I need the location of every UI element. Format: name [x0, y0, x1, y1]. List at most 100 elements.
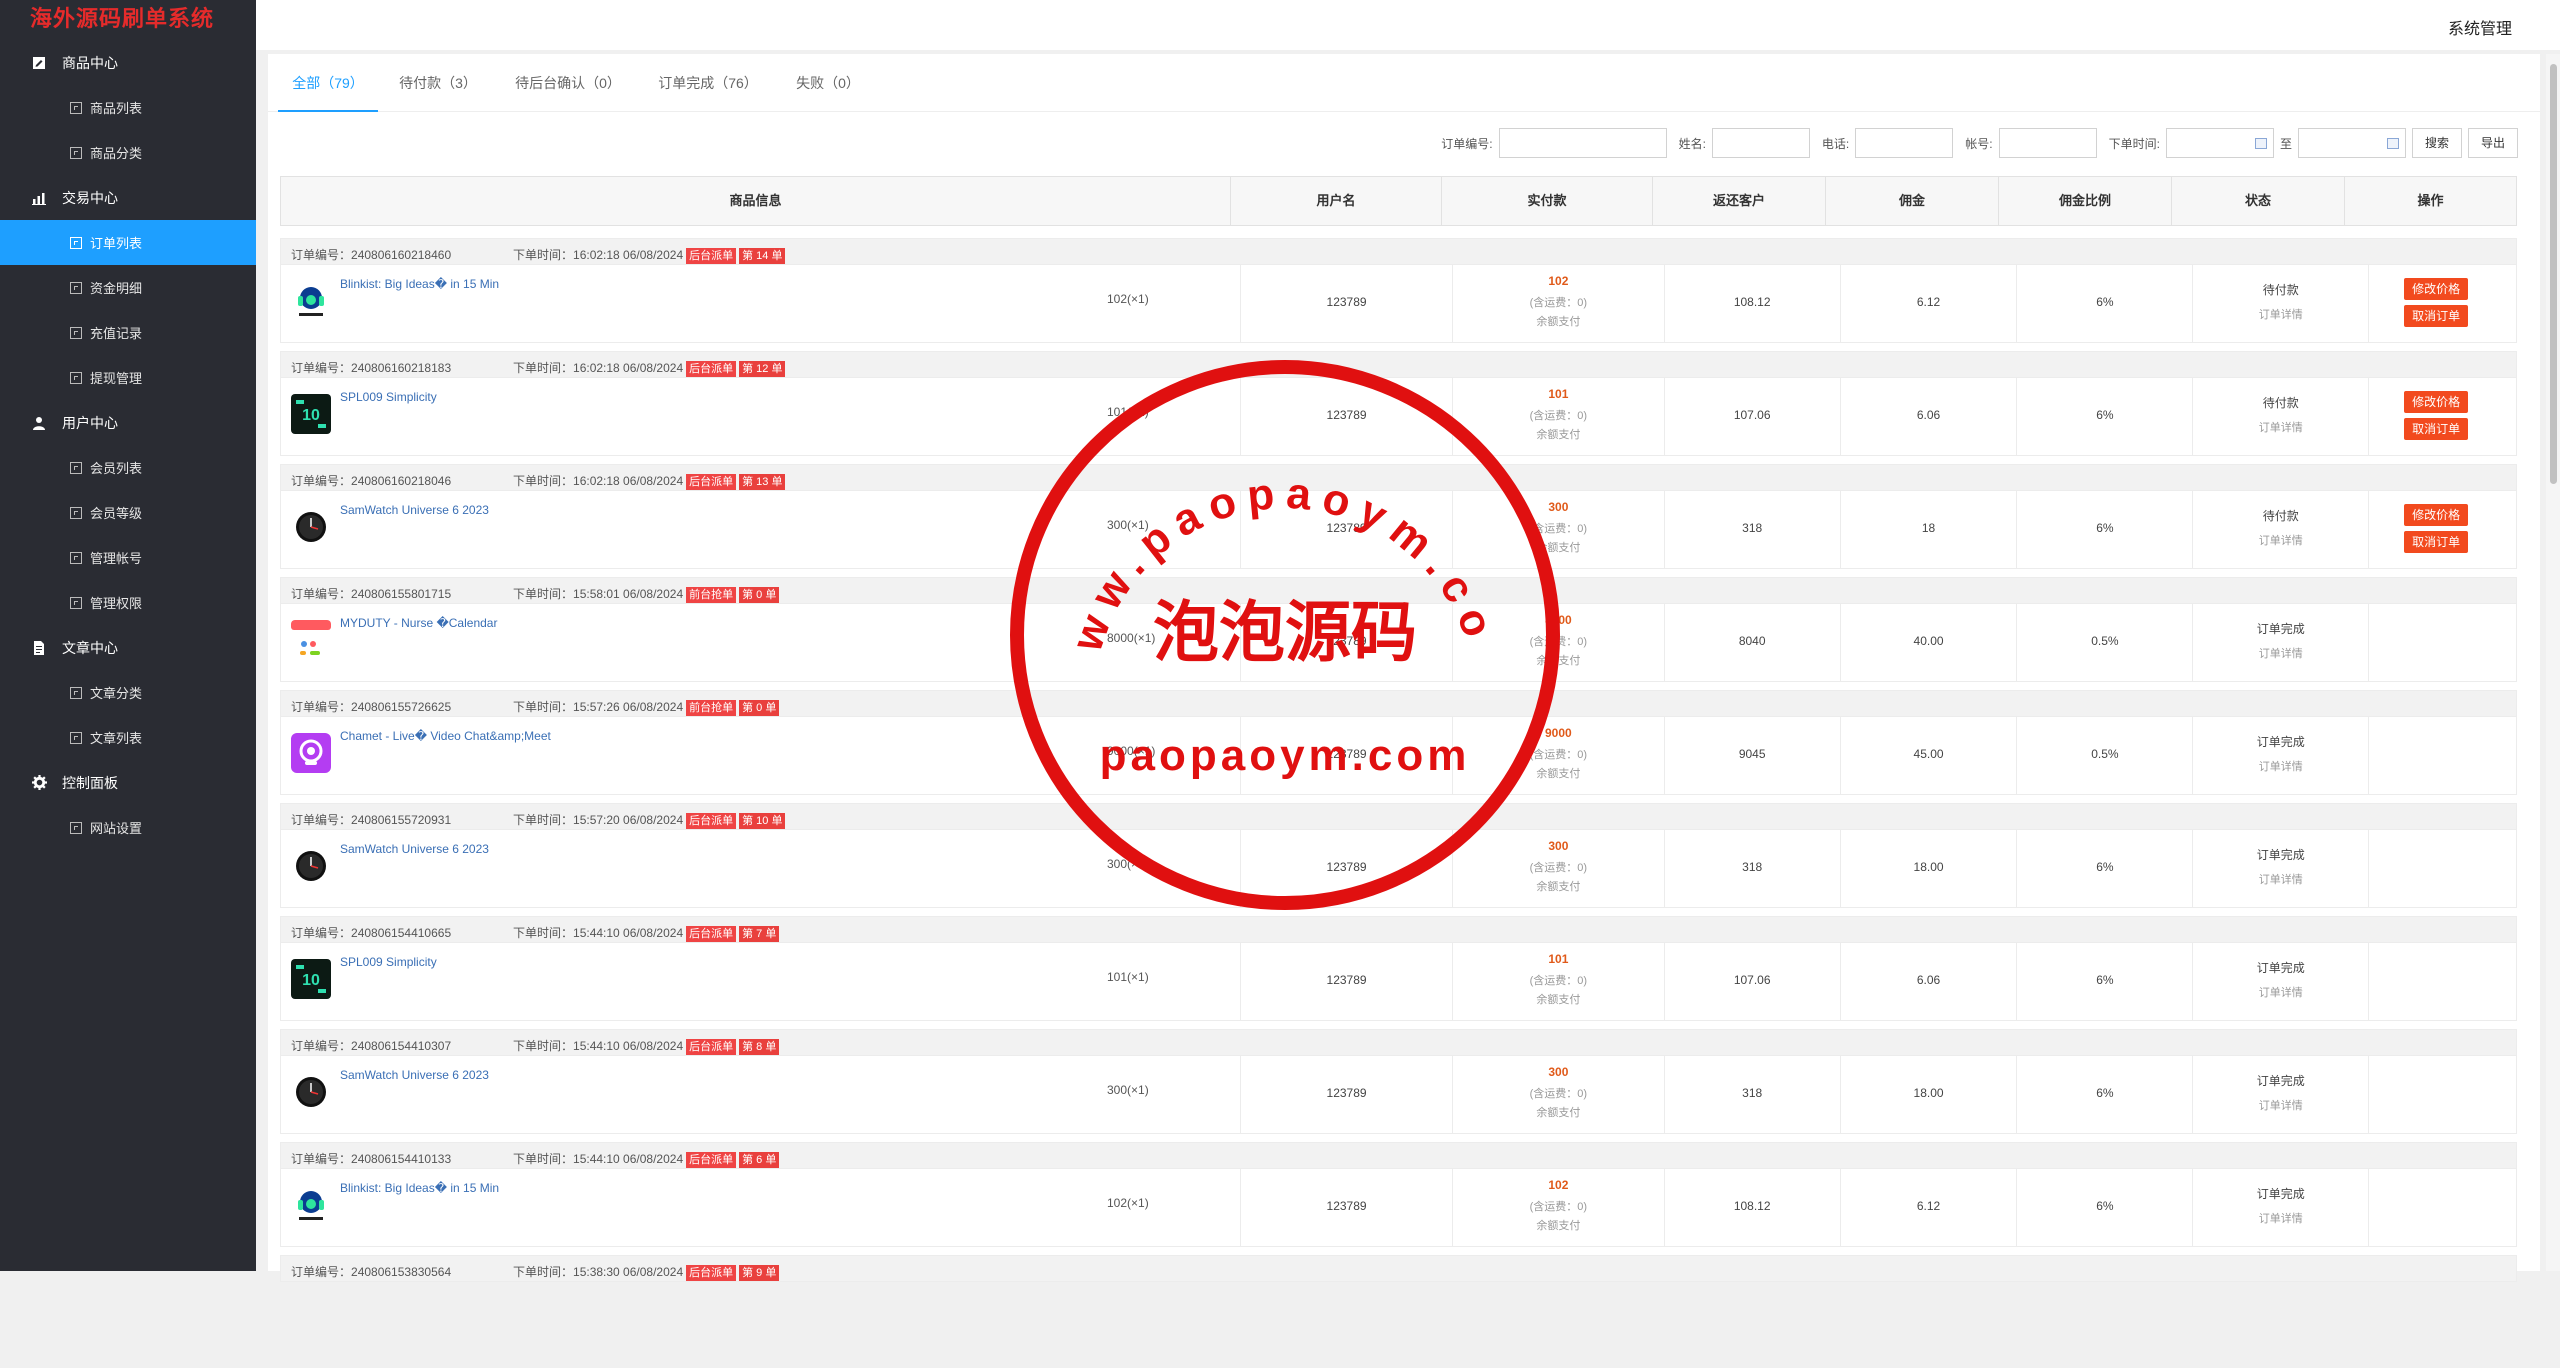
- order-detail-link[interactable]: 订单详情: [2193, 532, 2368, 548]
- sidebar-item-2-3[interactable]: 管理权限: [0, 580, 256, 625]
- sidebar-group-2[interactable]: 用户中心: [0, 400, 256, 445]
- product-name-link[interactable]: SamWatch Universe 6 2023: [340, 842, 489, 856]
- refund-amount: 107.06: [1733, 973, 1771, 987]
- paid-cell: 102 (含运费：0) 余额支付: [1453, 1169, 1665, 1246]
- order-no-input[interactable]: [1498, 128, 1667, 158]
- commission-cell: 18.00: [1841, 1056, 2018, 1133]
- sidebar-item-label: 充值记录: [90, 326, 143, 341]
- search-button[interactable]: 搜索: [2411, 128, 2462, 158]
- grid-icon: [70, 596, 82, 609]
- order-time-label: 下单时间：: [513, 1265, 574, 1279]
- product-name-link[interactable]: MYDUTY - Nurse �Calendar: [340, 616, 497, 630]
- product-name-link[interactable]: Chamet - Live� Video Chat&amp;Meet: [340, 729, 551, 743]
- order-row: 订单编号：240806154410133 下单时间：15:44:10 06/08/…: [280, 1142, 2517, 1255]
- commission-cell: 18.00: [1841, 830, 2018, 907]
- goods-cell: Chamet - Live� Video Chat&amp;Meet 9000(×…: [281, 717, 1242, 794]
- end-date-input[interactable]: [2297, 128, 2406, 158]
- product-name-link[interactable]: SamWatch Universe 6 2023: [340, 1068, 489, 1082]
- system-admin-menu[interactable]: 系统管理: [2448, 15, 2512, 39]
- sidebar-group-3[interactable]: 文章中心: [0, 625, 256, 670]
- sidebar-item-0-0[interactable]: 商品列表: [0, 85, 256, 130]
- order-number-label: 订单编号：: [291, 926, 352, 940]
- commission-cell: 40.00: [1841, 604, 2018, 681]
- sidebar-item-1-0[interactable]: 订单列表: [0, 220, 256, 265]
- status-cell: 待付款 订单详情: [2193, 378, 2370, 455]
- order-number-value: 240806160218046: [351, 474, 452, 488]
- tab-3[interactable]: 订单完成（76）: [648, 54, 768, 112]
- dispatch-badge: 后台派单: [686, 473, 737, 490]
- sidebar-item-2-0[interactable]: 会员列表: [0, 445, 256, 490]
- sidebar: 海外源码刷单系统 商品中心 商品列表 商品分类 交易中心 订单列表 资金明细 充值记录 提现管…: [0, 0, 256, 1271]
- refund-cell: 9045: [1665, 717, 1841, 794]
- sidebar-item-0-1[interactable]: 商品分类: [0, 130, 256, 175]
- tab-2[interactable]: 待后台确认（0）: [498, 54, 638, 112]
- sidebar-group-0[interactable]: 商品中心: [0, 40, 256, 85]
- order-status: 待付款: [2262, 509, 2299, 523]
- product-name-link[interactable]: SPL009 Simplicity: [340, 390, 437, 404]
- product-name-link[interactable]: SamWatch Universe 6 2023: [340, 503, 489, 517]
- order-detail-link[interactable]: 订单详情: [2193, 984, 2368, 1000]
- calendar-icon[interactable]: [2254, 138, 2267, 149]
- sidebar-group-4[interactable]: 控制面板: [0, 760, 256, 805]
- shipping-fee-note: (含运费：0): [1529, 749, 1588, 761]
- tab-1[interactable]: 待付款（3）: [388, 54, 488, 112]
- name-input[interactable]: [1711, 128, 1810, 158]
- order-number-label: 订单编号：: [291, 813, 352, 827]
- start-date-input[interactable]: [2165, 128, 2274, 158]
- sidebar-item-1-1[interactable]: 资金明细: [0, 265, 256, 310]
- sidebar-item-3-0[interactable]: 文章分类: [0, 670, 256, 715]
- product-name-link[interactable]: Blinkist: Big Ideas� in 15 Min: [340, 277, 499, 291]
- shipping-fee-note: (含运费：0): [1529, 975, 1588, 987]
- refund-cell: 108.12: [1665, 1169, 1841, 1246]
- username: 123789: [1326, 634, 1367, 648]
- phone-input[interactable]: [1855, 128, 1954, 158]
- username-cell: 123789: [1241, 1169, 1453, 1246]
- commission-rate-cell: 0.5%: [2017, 717, 2194, 794]
- refund-cell: 108.12: [1665, 265, 1841, 342]
- order-time-label: 下单时间：: [513, 926, 574, 940]
- scrollbar-thumb[interactable]: [2550, 64, 2557, 484]
- sidebar-item-2-2[interactable]: 管理帐号: [0, 535, 256, 580]
- sidebar-item-3-1[interactable]: 文章列表: [0, 715, 256, 760]
- calendar-icon[interactable]: [2386, 138, 2399, 149]
- status-cell: 订单完成 订单详情: [2193, 717, 2370, 794]
- order-detail-link[interactable]: 订单详情: [2193, 871, 2368, 887]
- dispatch-badge: 后台派单: [686, 360, 737, 377]
- order-detail-link[interactable]: 订单详情: [2193, 1210, 2368, 1226]
- sidebar-group-1[interactable]: 交易中心: [0, 175, 256, 220]
- cancel-order-button[interactable]: 取消订单: [2404, 305, 2469, 327]
- order-detail-link[interactable]: 订单详情: [2193, 306, 2368, 322]
- edit-price-button[interactable]: 修改价格: [2404, 391, 2469, 413]
- paid-amount: 102: [1548, 274, 1569, 288]
- product-name-link[interactable]: Blinkist: Big Ideas� in 15 Min: [340, 1181, 499, 1195]
- commission-rate: 6%: [2096, 1199, 2114, 1213]
- actions-cell: 修改价格 取消订单: [2369, 265, 2516, 342]
- order-time-label: 下单时间：: [513, 474, 574, 488]
- sidebar-item-4-0[interactable]: 网站设置: [0, 805, 256, 850]
- sidebar-item-2-1[interactable]: 会员等级: [0, 490, 256, 535]
- tab-4[interactable]: 失败（0）: [788, 54, 868, 112]
- shipping-fee-note: (含运费：0): [1529, 297, 1588, 309]
- product-name-link[interactable]: SPL009 Simplicity: [340, 955, 437, 969]
- order-time-value: 15:44:10 06/08/2024: [573, 1039, 684, 1053]
- product-quantity: 8000(×1): [1107, 631, 1156, 645]
- export-button[interactable]: 导出: [2467, 128, 2518, 158]
- cancel-order-button[interactable]: 取消订单: [2404, 531, 2469, 553]
- edit-price-button[interactable]: 修改价格: [2404, 278, 2469, 300]
- sidebar-group-label: 交易中心: [62, 189, 118, 206]
- grid-icon: [70, 326, 82, 339]
- sidebar-item-1-2[interactable]: 充值记录: [0, 310, 256, 355]
- page-scrollbar[interactable]: [2546, 54, 2560, 1271]
- product-quantity: 101(×1): [1107, 405, 1149, 419]
- account-input[interactable]: [1998, 128, 2097, 158]
- tab-0[interactable]: 全部（79）: [278, 54, 378, 112]
- order-detail-link[interactable]: 订单详情: [2193, 758, 2368, 774]
- edit-price-button[interactable]: 修改价格: [2404, 504, 2469, 526]
- product-thumbnail: 10: [291, 394, 331, 434]
- order-detail-link[interactable]: 订单详情: [2193, 645, 2368, 661]
- status-cell: 订单完成 订单详情: [2193, 1056, 2370, 1133]
- sidebar-item-1-3[interactable]: 提现管理: [0, 355, 256, 400]
- order-detail-link[interactable]: 订单详情: [2193, 1097, 2368, 1113]
- cancel-order-button[interactable]: 取消订单: [2404, 418, 2469, 440]
- order-detail-link[interactable]: 订单详情: [2193, 419, 2368, 435]
